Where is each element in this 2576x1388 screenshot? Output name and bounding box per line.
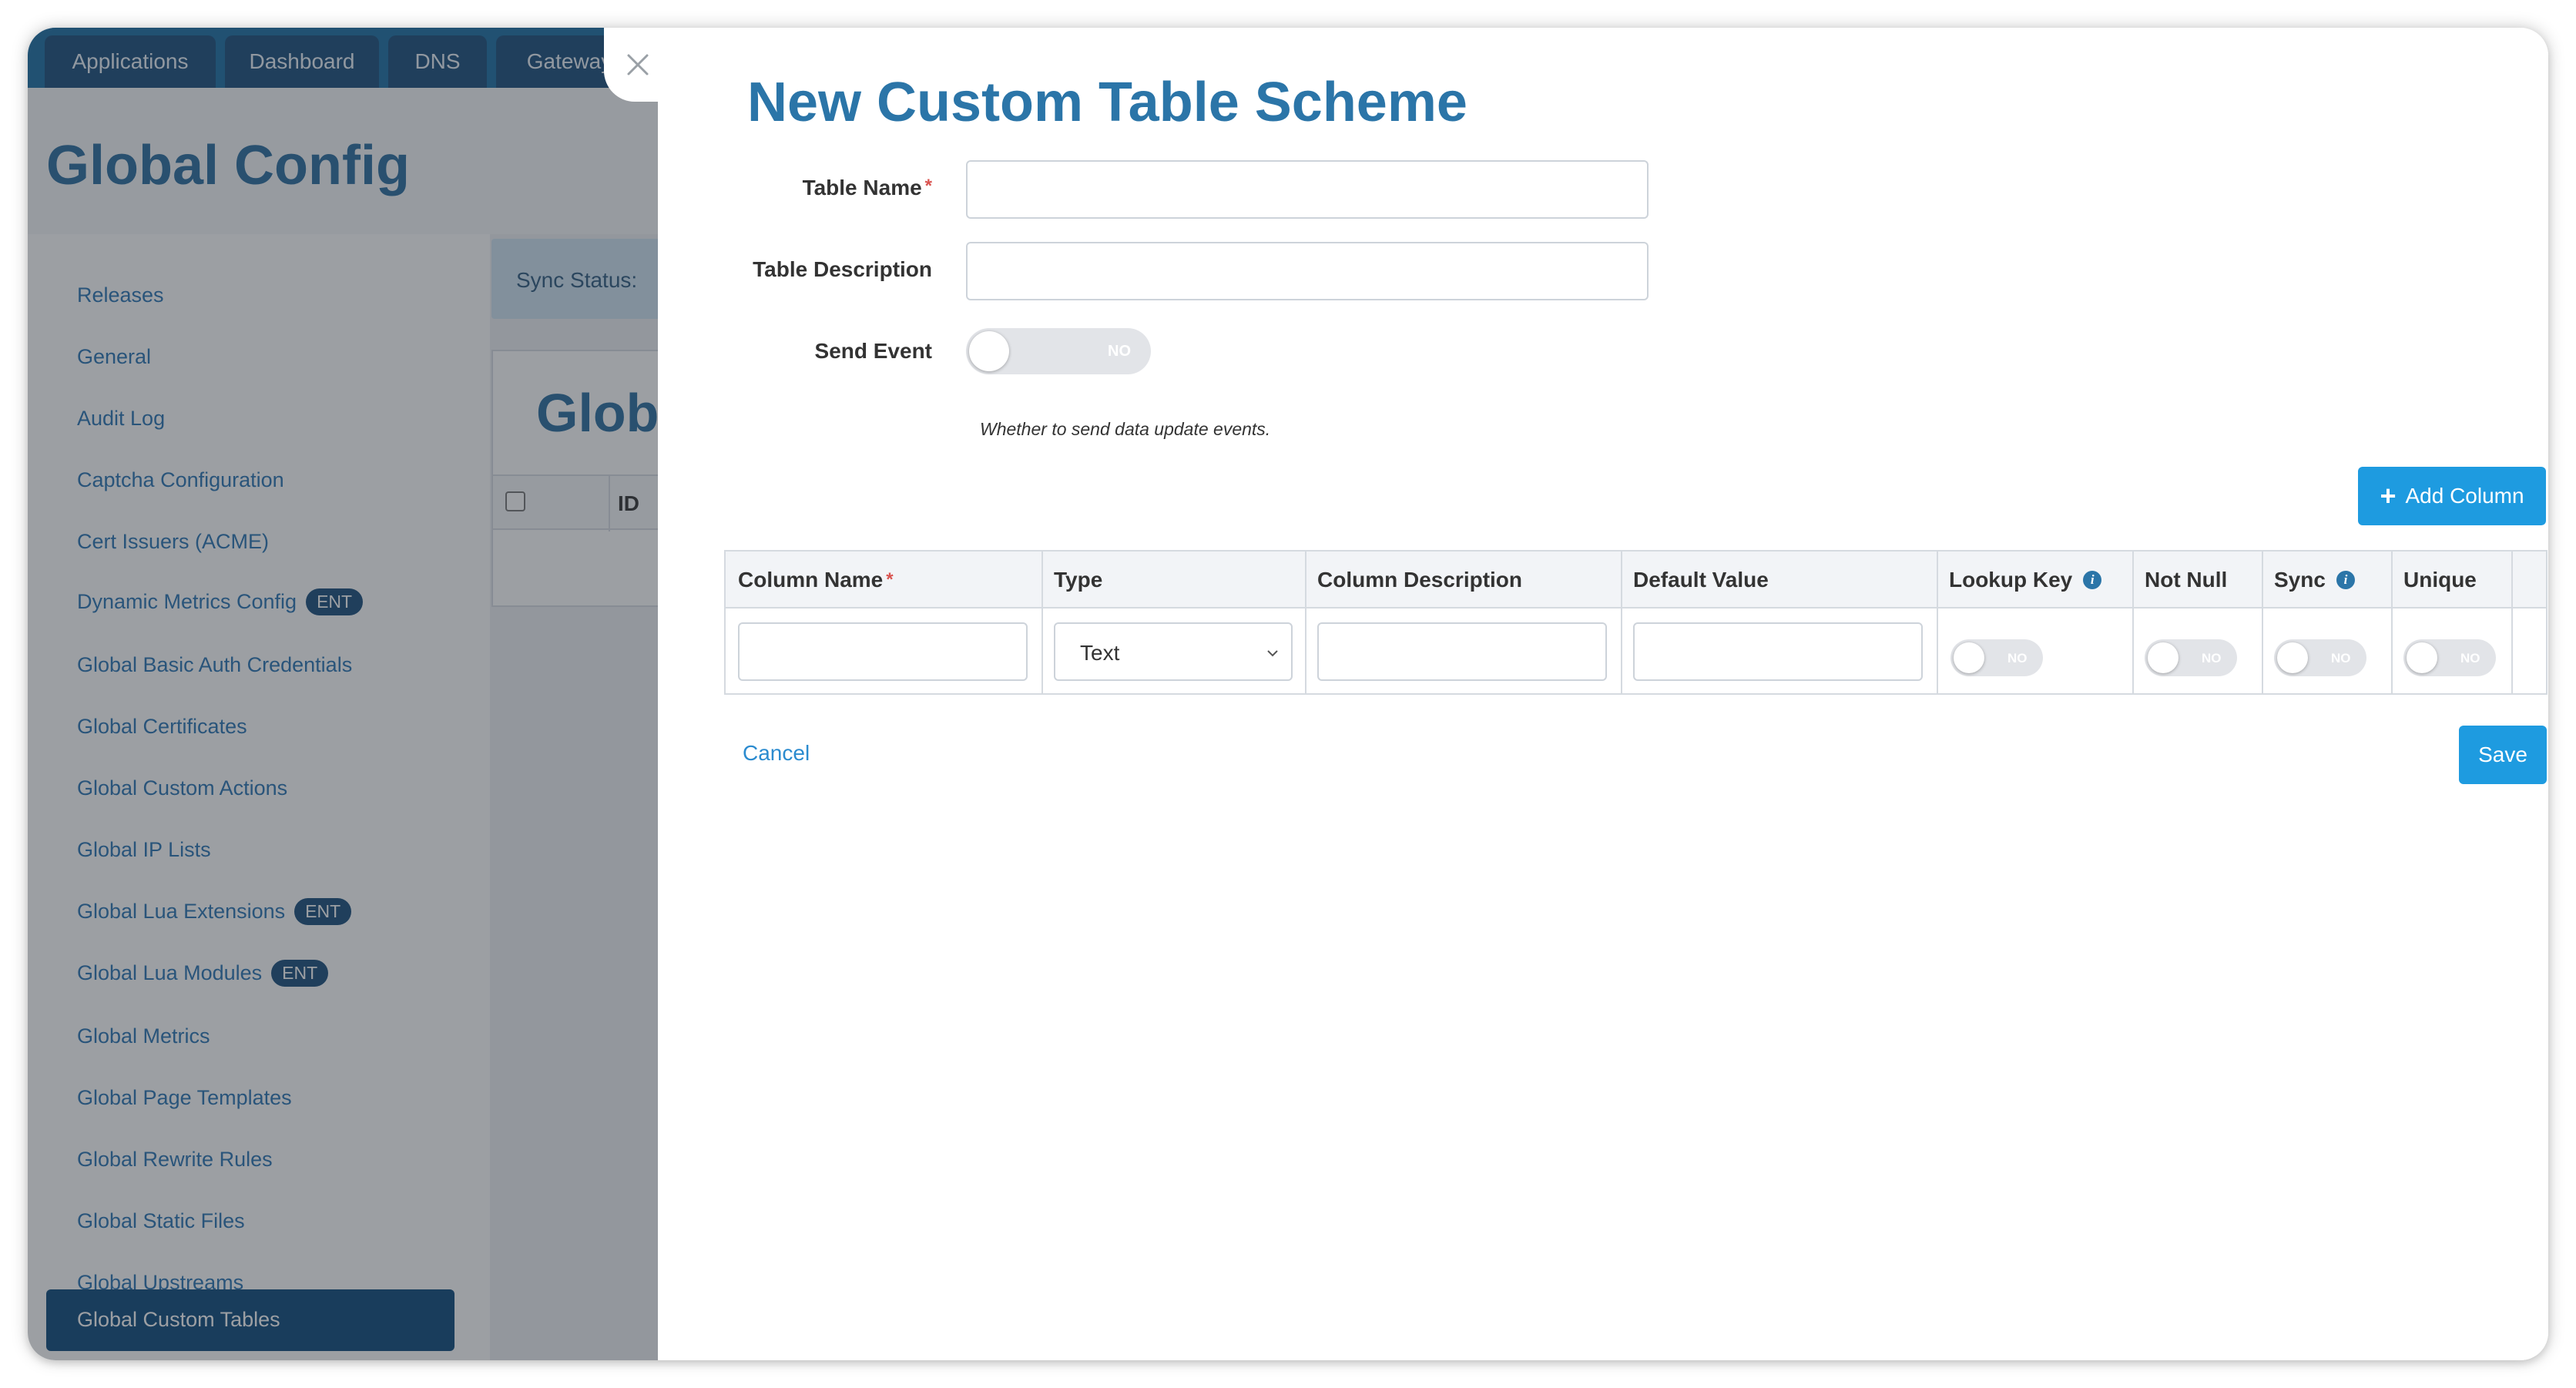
sync-header: Sync i <box>2262 552 2355 609</box>
unique-toggle[interactable]: NO <box>2403 639 2496 676</box>
column-name-header: Column Name * <box>726 552 894 609</box>
toggle-state-label: NO <box>1108 343 1131 360</box>
column-divider <box>2391 552 2393 693</box>
cancel-link[interactable]: Cancel <box>743 741 810 766</box>
add-column-label: Add Column <box>2405 484 2524 508</box>
required-mark: * <box>886 569 894 590</box>
column-divider <box>1041 552 1043 693</box>
lookup-key-header-text: Lookup Key <box>1949 568 2073 592</box>
type-select-value: Text <box>1080 641 1120 665</box>
column-divider <box>2132 552 2134 693</box>
toggle-knob <box>1954 642 1984 673</box>
lookup-key-header: Lookup Key i <box>1937 552 2102 609</box>
columns-table: Column Name * Type Column Description Def… <box>724 550 2547 695</box>
table-name-label-text: Table Name <box>802 176 922 199</box>
close-icon[interactable] <box>622 49 653 80</box>
table-description-input[interactable] <box>966 242 1649 300</box>
plus-icon: + <box>2380 480 2397 511</box>
lookup-key-toggle[interactable]: NO <box>1950 639 2043 676</box>
toggle-knob <box>2148 642 2179 673</box>
drawer-title: New Custom Table Scheme <box>747 72 1467 133</box>
column-name-input[interactable] <box>738 622 1028 681</box>
column-divider <box>2511 552 2513 693</box>
modal-backdrop[interactable] <box>28 28 658 1360</box>
not-null-header: Not Null <box>2145 568 2228 592</box>
not-null-toggle[interactable]: NO <box>2145 639 2237 676</box>
toggle-knob <box>2277 642 2308 673</box>
default-value-header: Default Value <box>1633 568 1769 592</box>
column-divider <box>1305 552 1306 693</box>
send-event-help-text: Whether to send data update events. <box>980 419 1271 439</box>
send-event-label: Send Event <box>814 339 932 363</box>
send-event-toggle[interactable]: NO <box>966 328 1151 374</box>
required-mark: * <box>924 176 932 196</box>
table-name-input[interactable] <box>966 160 1649 219</box>
toggle-state-label: NO <box>2331 651 2351 666</box>
column-name-header-text: Column Name <box>738 568 884 592</box>
sync-toggle[interactable]: NO <box>2274 639 2366 676</box>
column-divider <box>1937 552 1938 693</box>
column-divider <box>1621 552 1622 693</box>
type-header: Type <box>1054 568 1103 592</box>
app-window: Applications Dashboard DNS Gateway Globa… <box>28 28 2548 1360</box>
type-select[interactable]: Text <box>1054 622 1293 681</box>
background-app: Applications Dashboard DNS Gateway Globa… <box>28 28 658 1360</box>
chevron-down-icon <box>1267 650 1278 657</box>
drawer-panel: New Custom Table Scheme Table Name * Tabl… <box>658 28 2548 1360</box>
column-description-header: Column Description <box>1317 568 1523 592</box>
default-value-input[interactable] <box>1633 622 1923 681</box>
add-column-button[interactable]: + Add Column <box>2358 467 2546 525</box>
column-divider <box>2262 552 2263 693</box>
toggle-state-label: NO <box>2202 651 2222 666</box>
toggle-state-label: NO <box>2460 651 2480 666</box>
info-icon[interactable]: i <box>2083 571 2102 589</box>
toggle-state-label: NO <box>2007 651 2028 666</box>
table-description-label: Table Description <box>753 257 932 281</box>
column-description-input[interactable] <box>1317 622 1607 681</box>
toggle-knob <box>2407 642 2437 673</box>
sync-header-text: Sync <box>2274 568 2326 592</box>
unique-header: Unique <box>2403 568 2477 592</box>
columns-table-header: Column Name * Type Column Description Def… <box>726 552 2546 609</box>
save-button[interactable]: Save <box>2459 726 2547 784</box>
toggle-knob <box>969 331 1009 371</box>
close-tab <box>604 28 673 102</box>
table-name-label: Table Name * <box>803 176 932 200</box>
info-icon[interactable]: i <box>2336 571 2355 589</box>
